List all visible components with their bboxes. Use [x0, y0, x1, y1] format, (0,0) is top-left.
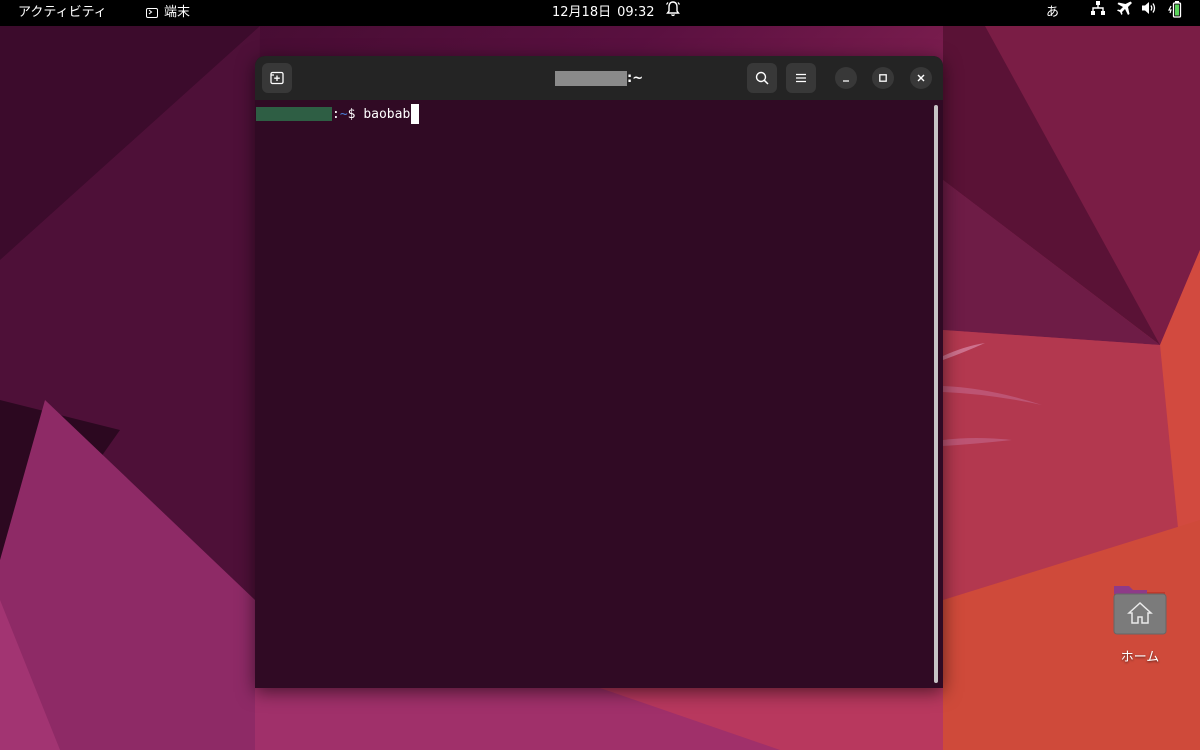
top-bar: アクティビティ 端末 12月18日 09:32 あ [0, 0, 1200, 26]
typed-command: baobab [363, 106, 411, 122]
home-folder-icon [1113, 586, 1167, 635]
prompt-line: : ~ $ baobab [256, 104, 420, 124]
close-button[interactable] [910, 67, 932, 89]
desktop: アクティビティ 端末 12月18日 09:32 あ:~: ~ $ baoba… [0, 0, 1200, 750]
redacted-username [256, 107, 332, 121]
terminal-app-icon [146, 8, 158, 18]
hamburger-menu-icon [796, 73, 806, 83]
activities-button[interactable]: アクティビティ [18, 0, 107, 26]
clock-time: 09:32 [617, 5, 655, 20]
search-icon [755, 71, 769, 85]
network-icon[interactable] [1090, 0, 1106, 26]
volume-icon[interactable] [1141, 0, 1157, 26]
app-menu[interactable]: 端末 [146, 0, 190, 26]
close-icon [917, 74, 925, 82]
airplane-mode-icon[interactable] [1117, 0, 1133, 26]
terminal-window[interactable]: :~: ~ $ baobab [255, 56, 943, 688]
minimize-button[interactable] [835, 67, 857, 89]
input-method-indicator[interactable]: あ [1046, 0, 1059, 26]
minimize-icon [843, 80, 849, 82]
clock-date: 12月18日 [552, 5, 612, 20]
menu-button[interactable] [786, 63, 816, 93]
maximize-icon [879, 74, 887, 82]
scrollbar[interactable] [934, 105, 938, 683]
bell-icon[interactable] [666, 0, 680, 26]
redacted-username [555, 70, 627, 86]
prompt-symbol: $ [347, 106, 364, 122]
text-cursor [411, 104, 420, 124]
battery-icon[interactable] [1168, 0, 1186, 26]
new-tab-icon [270, 71, 284, 85]
prompt-separator: : [332, 106, 340, 122]
clock[interactable]: 12月18日 09:32 [552, 0, 655, 26]
terminal-text-area[interactable]: : ~ $ baobab [255, 100, 943, 688]
window-title: :~ [555, 68, 643, 88]
window-title-path: :~ [627, 70, 644, 86]
terminal-header-bar[interactable]: :~ [255, 56, 943, 100]
desktop-home-icon[interactable]: ホーム [1107, 582, 1173, 666]
desktop-home-label: ホーム [1120, 650, 1160, 665]
new-tab-button[interactable] [262, 63, 292, 93]
search-button[interactable] [747, 63, 777, 93]
maximize-button[interactable] [872, 67, 894, 89]
app-menu-label: 端末 [164, 5, 191, 20]
prompt-path: ~ [339, 106, 348, 122]
